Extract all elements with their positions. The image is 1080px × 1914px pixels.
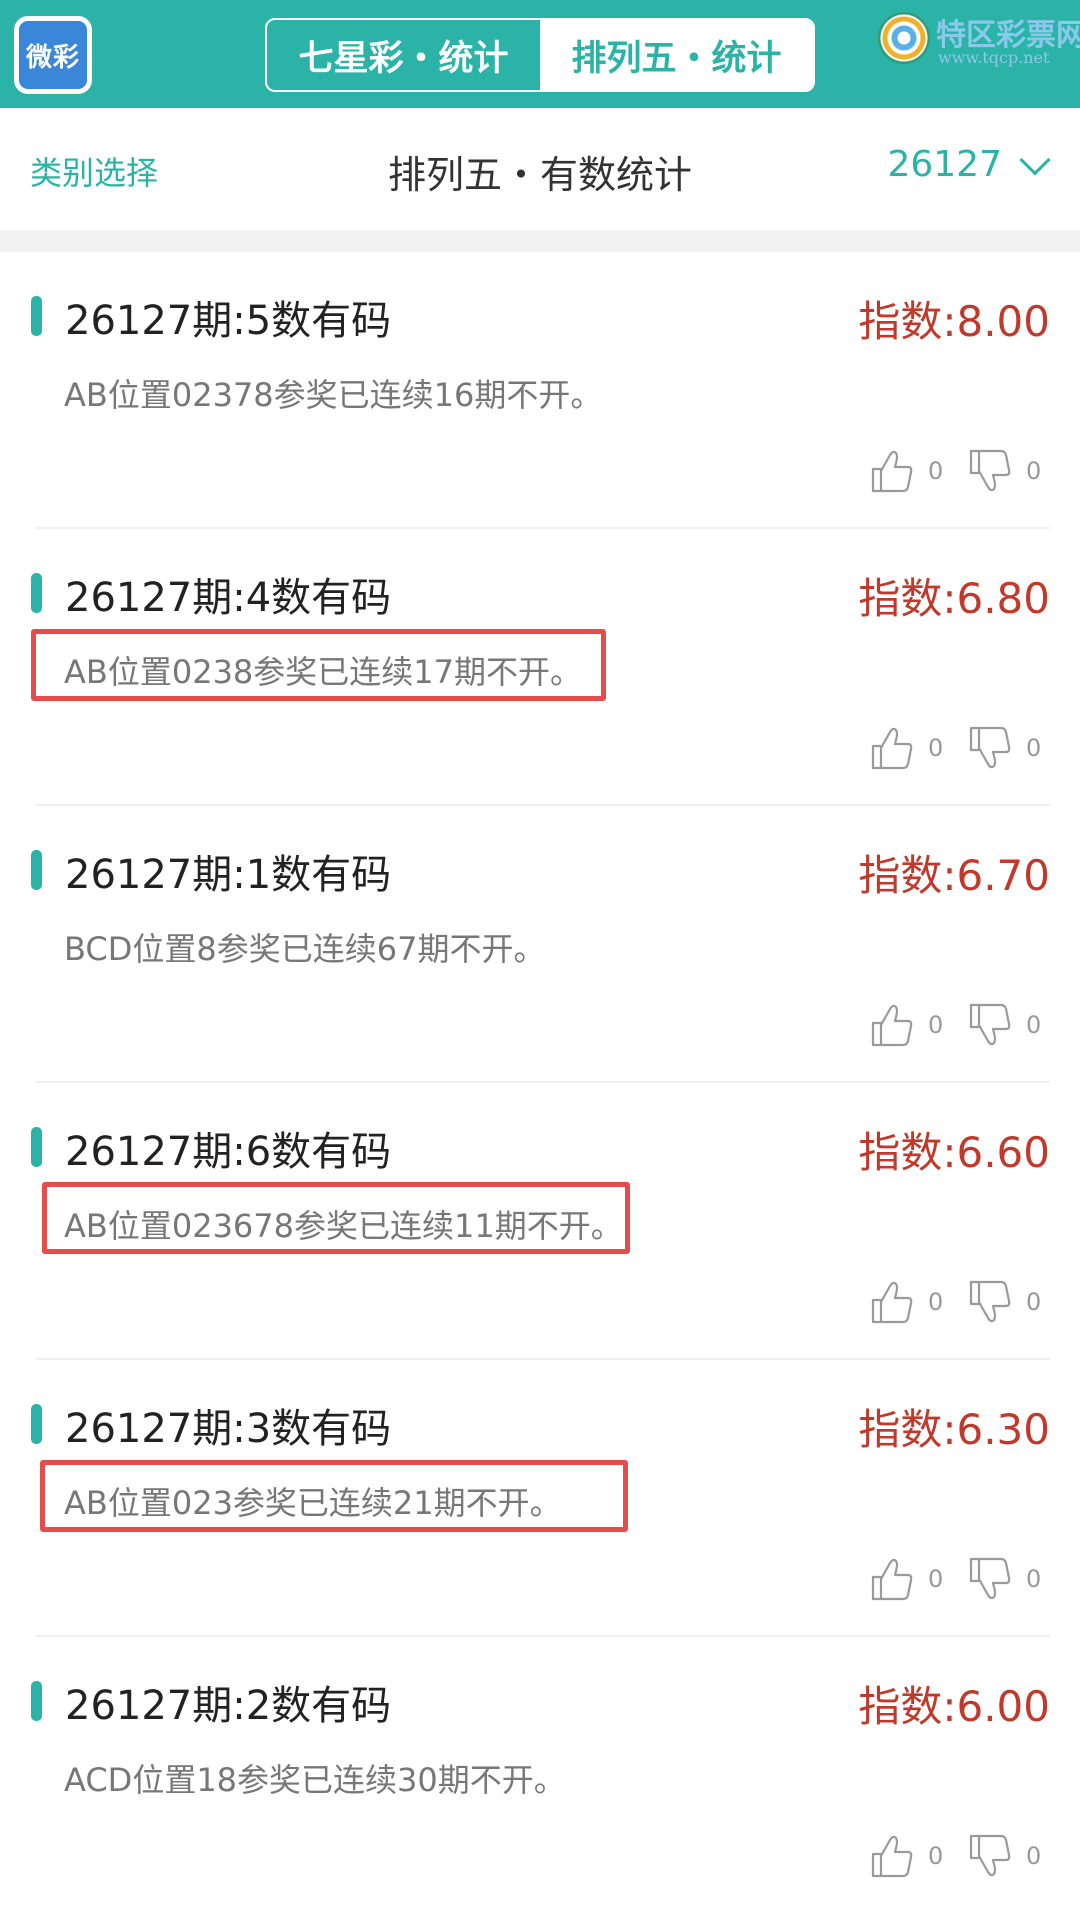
item-score: 指数:6.80 xyxy=(858,574,1050,623)
item-accent-bar xyxy=(31,1404,42,1444)
item-description: ACD位置18参奖已连续30期不开。 xyxy=(64,1761,566,1799)
tab-bar: 七星彩・统计 排列五・统计 xyxy=(265,18,815,92)
item-accent-bar xyxy=(31,850,42,890)
like-button[interactable]: 0 xyxy=(870,1555,943,1603)
item-accent-bar xyxy=(31,296,42,336)
item-accent-bar xyxy=(31,573,42,613)
dislike-count: 0 xyxy=(1026,1565,1042,1593)
tab-qixingcai[interactable]: 七星彩・统计 xyxy=(267,20,540,90)
chevron-down-icon xyxy=(1019,143,1051,176)
dislike-button[interactable]: 0 xyxy=(968,1555,1041,1603)
item-score: 指数:8.00 xyxy=(858,297,1050,346)
highlight-box xyxy=(31,629,606,701)
item-description: BCD位置8参奖已连续67期不开。 xyxy=(64,930,546,968)
dislike-count: 0 xyxy=(1026,1842,1042,1870)
item-title: 26127期:4数有码 xyxy=(65,575,392,621)
thumbs-down-icon xyxy=(969,1003,1011,1046)
item-title: 26127期:1数有码 xyxy=(65,852,392,898)
like-count: 0 xyxy=(928,734,944,762)
thumbs-up-icon xyxy=(871,1835,913,1878)
section-divider xyxy=(0,230,1080,252)
dislike-button[interactable]: 0 xyxy=(968,1001,1041,1049)
item-title: 26127期:5数有码 xyxy=(65,298,392,344)
list-item: 26127期:1数有码 指数:6.70 BCD位置8参奖已连续67期不开。 0 … xyxy=(0,806,1080,1083)
top-bar: 微彩 七星彩・统计 排列五・统计 特区彩票网 www.tqcp.net xyxy=(0,0,1080,108)
item-accent-bar xyxy=(31,1681,42,1721)
dislike-count: 0 xyxy=(1026,457,1042,485)
dislike-count: 0 xyxy=(1026,734,1042,762)
dislike-count: 0 xyxy=(1026,1011,1042,1039)
thumbs-up-icon xyxy=(871,1281,913,1324)
highlight-box xyxy=(40,1460,628,1532)
like-count: 0 xyxy=(928,457,944,485)
issue-number: 26127 xyxy=(887,144,1002,185)
list-item: 26127期:2数有码 指数:6.00 ACD位置18参奖已连续30期不开。 0… xyxy=(0,1637,1080,1914)
like-button[interactable]: 0 xyxy=(870,724,943,772)
list-item: 26127期:5数有码 指数:8.00 AB位置02378参奖已连续16期不开。… xyxy=(0,252,1080,529)
like-count: 0 xyxy=(928,1842,944,1870)
thumbs-down-icon xyxy=(969,1557,1011,1600)
item-score: 指数:6.60 xyxy=(858,1128,1050,1177)
like-count: 0 xyxy=(928,1011,944,1039)
like-button[interactable]: 0 xyxy=(870,1278,943,1326)
item-description: AB位置02378参奖已连续16期不开。 xyxy=(64,376,603,414)
dislike-button[interactable]: 0 xyxy=(968,447,1041,495)
thumbs-down-icon xyxy=(969,726,1011,769)
filter-bar: 类别选择 排列五・有数统计 26127 xyxy=(0,108,1080,230)
dislike-button[interactable]: 0 xyxy=(968,1832,1041,1880)
like-button[interactable]: 0 xyxy=(870,1001,943,1049)
like-button[interactable]: 0 xyxy=(870,447,943,495)
thumbs-up-icon xyxy=(871,450,913,493)
like-button[interactable]: 0 xyxy=(870,1832,943,1880)
thumbs-up-icon xyxy=(871,1004,913,1047)
thumbs-up-icon xyxy=(871,1558,913,1601)
stats-list: 26127期:5数有码 指数:8.00 AB位置02378参奖已连续16期不开。… xyxy=(0,252,1080,1914)
list-item: 26127期:4数有码 指数:6.80 AB位置0238参奖已连续17期不开。 … xyxy=(0,529,1080,806)
brand-watermark: 特区彩票网 www.tqcp.net xyxy=(878,8,1080,68)
highlight-box xyxy=(42,1182,630,1254)
item-title: 26127期:2数有码 xyxy=(65,1683,392,1729)
thumbs-down-icon xyxy=(969,1834,1011,1877)
item-score: 指数:6.30 xyxy=(858,1405,1050,1454)
dislike-button[interactable]: 0 xyxy=(968,1278,1041,1326)
issue-dropdown[interactable]: 26127 xyxy=(887,143,1051,185)
brand-url: www.tqcp.net xyxy=(938,48,1050,67)
item-score: 指数:6.70 xyxy=(858,851,1050,900)
like-count: 0 xyxy=(928,1288,944,1316)
list-item: 26127期:6数有码 指数:6.60 AB位置023678参奖已连续11期不开… xyxy=(0,1083,1080,1360)
item-accent-bar xyxy=(31,1127,42,1167)
app-logo-text: 微彩 xyxy=(25,42,80,73)
tab-pailiewu[interactable]: 排列五・统计 xyxy=(540,20,813,90)
thumbs-up-icon xyxy=(871,727,913,770)
item-title: 26127期:6数有码 xyxy=(65,1129,392,1175)
app-logo[interactable]: 微彩 xyxy=(14,16,92,94)
thumbs-down-icon xyxy=(969,1280,1011,1323)
item-title: 26127期:3数有码 xyxy=(65,1406,392,1452)
dislike-button[interactable]: 0 xyxy=(968,724,1041,772)
list-item: 26127期:3数有码 指数:6.30 AB位置023参奖已连续21期不开。 0… xyxy=(0,1360,1080,1637)
brand-logo-icon xyxy=(878,12,930,64)
item-score: 指数:6.00 xyxy=(858,1682,1050,1731)
dislike-count: 0 xyxy=(1026,1288,1042,1316)
thumbs-down-icon xyxy=(969,449,1011,492)
like-count: 0 xyxy=(928,1565,944,1593)
